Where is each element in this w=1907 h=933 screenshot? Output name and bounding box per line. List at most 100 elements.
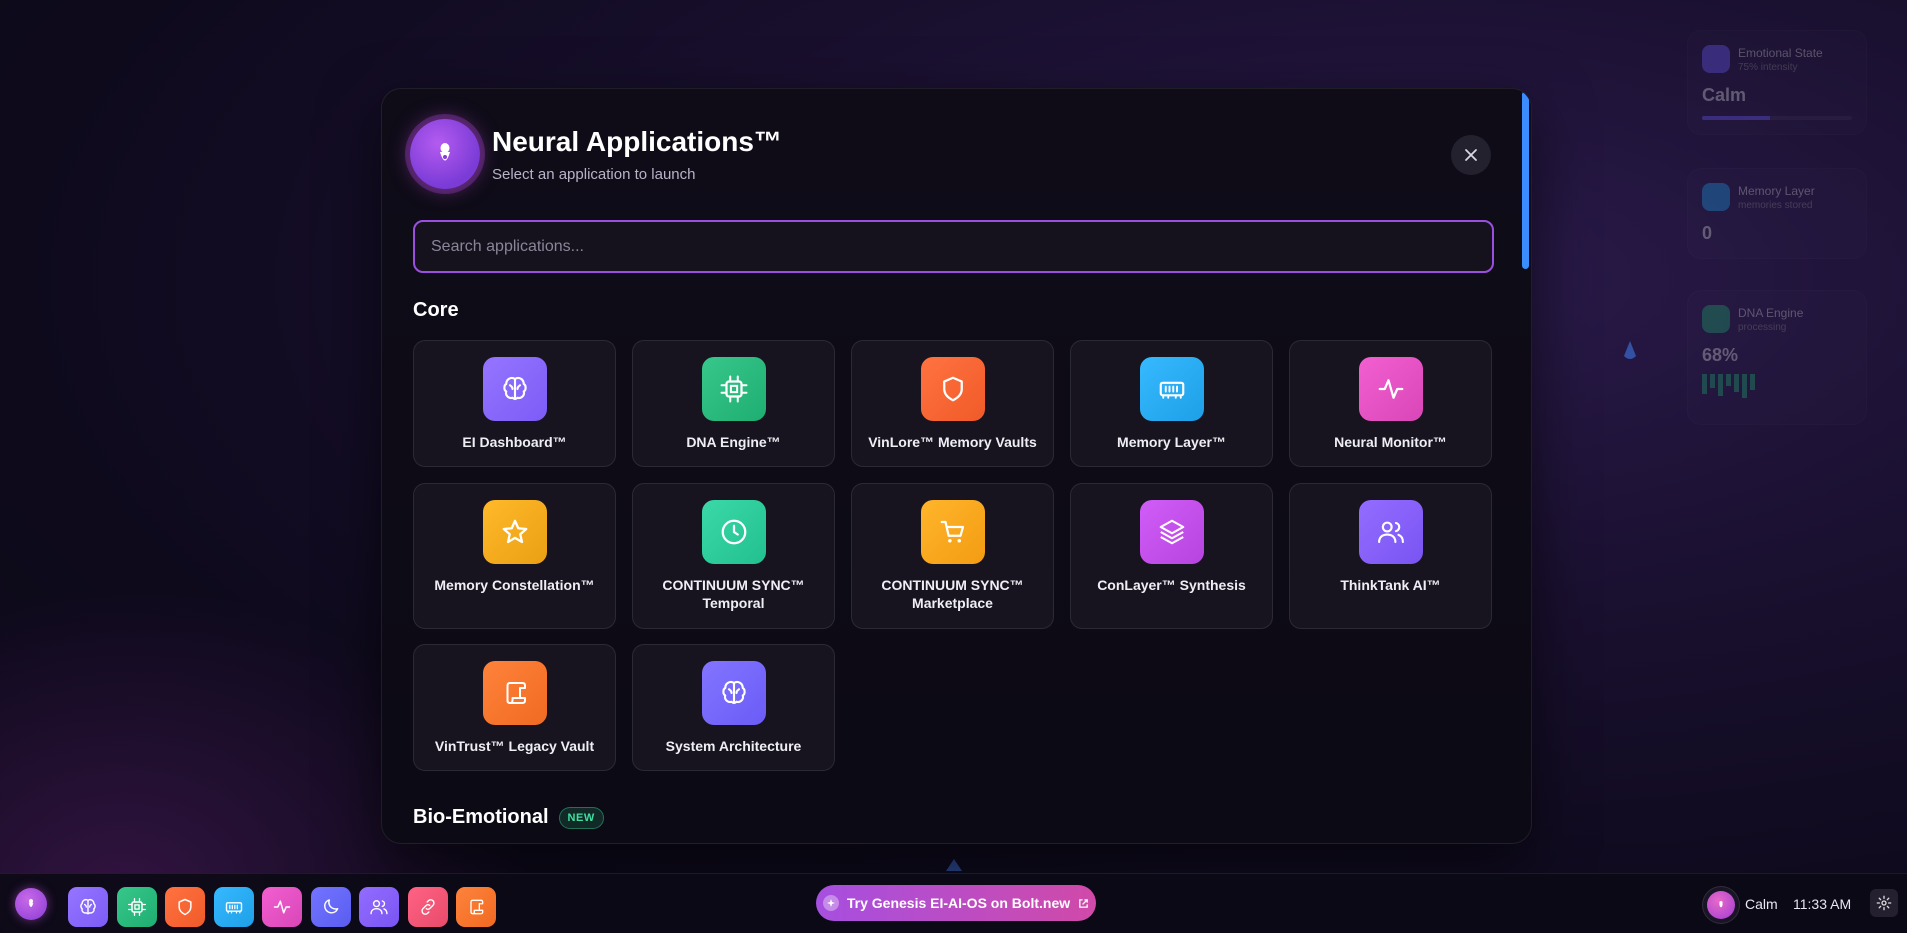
app-label: CONTINUUM SYNC™ Temporal bbox=[662, 577, 805, 611]
app-card[interactable]: Memory Constellation™ bbox=[413, 483, 616, 629]
app-label: VinTrust™ Legacy Vault bbox=[434, 738, 595, 754]
link-icon bbox=[420, 899, 435, 915]
widget-subtitle: processing bbox=[1738, 321, 1787, 333]
scroll-icon bbox=[470, 899, 484, 915]
close-button[interactable] bbox=[1451, 135, 1491, 175]
mood-label: Calm bbox=[1745, 896, 1778, 912]
app-card[interactable]: CONTINUUM SYNC™ Marketplace bbox=[851, 483, 1054, 629]
brain-icon bbox=[80, 898, 96, 915]
taskbar-ei-dashboard-button[interactable] bbox=[68, 887, 108, 927]
activity-icon bbox=[1358, 357, 1423, 421]
memory-icon bbox=[1702, 183, 1730, 211]
taskbar-dna-engine-button[interactable] bbox=[116, 887, 157, 927]
modal-title: Neural Applications™ bbox=[492, 125, 782, 157]
shield-icon bbox=[178, 898, 192, 916]
app-card[interactable]: System Architecture bbox=[632, 644, 835, 771]
activity-icon bbox=[273, 900, 291, 914]
taskbar-thinktank-button[interactable] bbox=[359, 887, 399, 927]
widget-value: 68% bbox=[1702, 345, 1739, 365]
app-label: CONTINUUM SYNC™ Marketplace bbox=[881, 577, 1024, 611]
emotional-state-widget: Emotional State 75% intensity Calm bbox=[1687, 30, 1867, 135]
gear-icon bbox=[1876, 895, 1892, 911]
chip-icon bbox=[701, 357, 766, 421]
bolt-promo-button[interactable]: Try Genesis EI-AI-OS on Bolt.new bbox=[816, 885, 1096, 921]
dna-engine-widget: DNA Engine processing 68% bbox=[1687, 290, 1867, 425]
app-label: Memory Layer™ bbox=[1117, 434, 1226, 450]
widget-title: Emotional State bbox=[1738, 45, 1823, 60]
neural-logo-icon bbox=[410, 119, 480, 189]
taskbar-memory-layer-button[interactable] bbox=[213, 887, 254, 927]
brain-icon bbox=[1702, 45, 1730, 73]
activity-bars bbox=[1702, 374, 1852, 398]
taskbar-legacy-vault-button[interactable] bbox=[456, 887, 496, 927]
taskbar-memory-vaults-button[interactable] bbox=[165, 887, 205, 927]
clock-icon bbox=[701, 500, 766, 564]
app-label: EI Dashboard™ bbox=[462, 434, 567, 450]
modal-scrollbar[interactable] bbox=[1522, 91, 1529, 269]
new-badge: NEW bbox=[558, 806, 604, 829]
promo-label: Try Genesis EI-AI-OS on Bolt.new bbox=[846, 895, 1071, 911]
app-label: DNA Engine™ bbox=[686, 434, 781, 450]
app-label: ThinkTank AI™ bbox=[1340, 577, 1441, 593]
app-label: Memory Constellation™ bbox=[434, 577, 595, 593]
settings-button[interactable] bbox=[1870, 889, 1898, 917]
shield-icon bbox=[920, 357, 985, 421]
section-core-title: Core bbox=[413, 299, 459, 322]
widget-title: Memory Layer bbox=[1738, 183, 1815, 198]
start-button[interactable] bbox=[15, 888, 47, 920]
taskbar-neural-monitor-button[interactable] bbox=[262, 887, 302, 927]
memory-icon bbox=[1139, 357, 1204, 421]
widget-subtitle: 75% intensity bbox=[1738, 61, 1798, 73]
app-card[interactable]: EI Dashboard™ bbox=[413, 340, 616, 467]
app-label: System Architecture bbox=[665, 738, 802, 754]
layers-icon bbox=[1139, 500, 1204, 564]
chip-icon bbox=[127, 898, 146, 916]
clock: 11:33 AM bbox=[1793, 896, 1852, 912]
chip-icon bbox=[1702, 305, 1730, 333]
sparkle-icon bbox=[822, 895, 839, 911]
brain-icon bbox=[482, 357, 547, 421]
widget-value: Calm bbox=[1702, 85, 1747, 105]
users-icon bbox=[370, 900, 388, 915]
taskbar-moon-button[interactable] bbox=[310, 887, 351, 927]
taskbar-link-button[interactable] bbox=[407, 887, 448, 927]
search-box bbox=[413, 220, 1494, 273]
app-card[interactable]: DNA Engine™ bbox=[632, 340, 835, 467]
taskbar: Try Genesis EI-AI-OS on Bolt.new Calm 11… bbox=[0, 873, 1907, 933]
app-label: VinLore™ Memory Vaults bbox=[868, 434, 1037, 450]
app-card[interactable]: ThinkTank AI™ bbox=[1289, 483, 1492, 629]
search-input[interactable] bbox=[431, 237, 1476, 256]
app-card[interactable]: VinLore™ Memory Vaults bbox=[851, 340, 1054, 467]
memory-icon bbox=[225, 902, 242, 914]
widget-subtitle: memories stored bbox=[1738, 199, 1813, 211]
section-label: Bio-Emotional bbox=[413, 806, 549, 828]
widget-value: 0 bbox=[1702, 223, 1713, 243]
intensity-bar bbox=[1702, 116, 1852, 120]
app-label: Neural Monitor™ bbox=[1334, 434, 1447, 450]
app-card[interactable]: ConLayer™ Synthesis bbox=[1070, 483, 1273, 629]
cart-icon bbox=[920, 500, 985, 564]
neural-logo-icon bbox=[28, 899, 34, 907]
mood-indicator[interactable] bbox=[1702, 886, 1740, 924]
star-icon bbox=[482, 500, 547, 564]
modal-header: Neural Applications™ Select an applicati… bbox=[410, 119, 782, 189]
app-card[interactable]: Memory Layer™ bbox=[1070, 340, 1273, 467]
mood-orb-icon bbox=[1707, 891, 1735, 919]
moon-icon bbox=[323, 899, 338, 914]
floating-particle-icon bbox=[946, 859, 962, 871]
app-card[interactable]: Neural Monitor™ bbox=[1289, 340, 1492, 467]
app-card[interactable]: VinTrust™ Legacy Vault bbox=[413, 644, 616, 771]
section-label: Core bbox=[413, 299, 459, 321]
neural-applications-modal: Neural Applications™ Select an applicati… bbox=[381, 88, 1532, 844]
brain-icon bbox=[701, 661, 766, 725]
widget-title: DNA Engine bbox=[1738, 305, 1804, 320]
close-icon bbox=[1465, 149, 1477, 161]
users-icon bbox=[1358, 500, 1423, 564]
section-bio-emotional-title: Bio-Emotional NEW bbox=[413, 806, 604, 829]
floating-particle-icon bbox=[1624, 341, 1636, 359]
scroll-icon bbox=[482, 661, 547, 725]
modal-subtitle: Select an application to launch bbox=[492, 165, 696, 183]
app-card[interactable]: CONTINUUM SYNC™ Temporal bbox=[632, 483, 835, 629]
external-link-icon bbox=[1079, 898, 1088, 908]
app-label: ConLayer™ Synthesis bbox=[1097, 577, 1246, 593]
